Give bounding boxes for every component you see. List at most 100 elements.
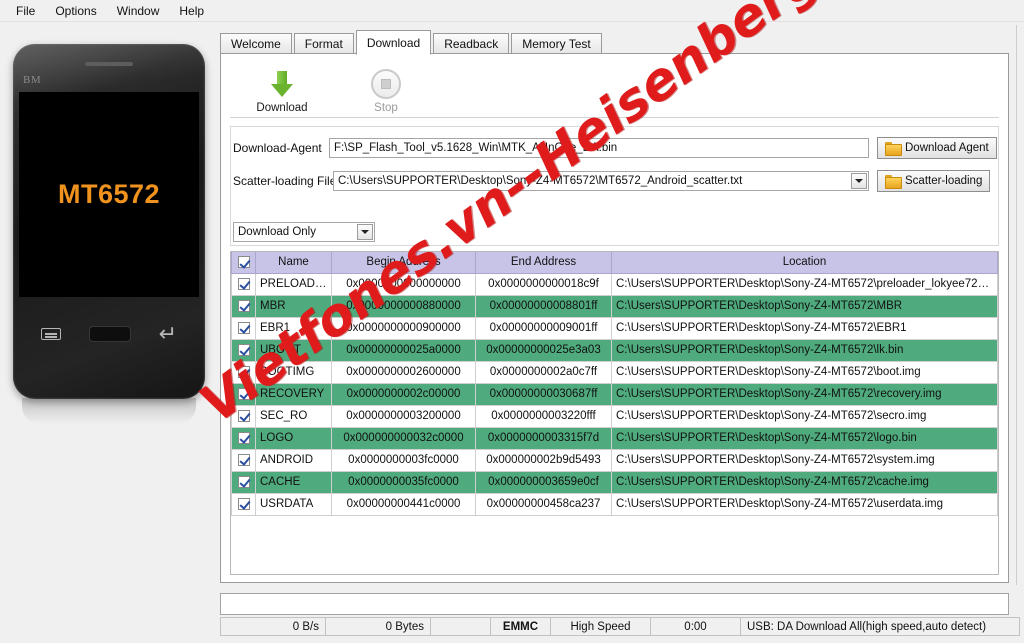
phone-brand-mark: BM [23, 74, 42, 86]
table-row[interactable]: MBR 0x0000000000880000 0x00000000008801ff C… [231, 294, 998, 318]
table-row[interactable]: LOGO 0x000000000032c0000 0x0000000003315f7… [231, 426, 998, 450]
tab-download[interactable]: Download [355, 30, 432, 55]
folder-icon [885, 142, 902, 156]
device-preview-panel: BM MT6572 ↵ [0, 22, 214, 643]
panel-divider [1016, 25, 1017, 585]
download-tab-panel: Download Stop Download-Agent F:\SP_Flash… [220, 53, 1009, 583]
status-bar: 0 B/s 0 Bytes EMMC High Speed 0:00 USB: … [220, 617, 1020, 636]
cell-location: C:\Users\SUPPORTER\Desktop\Sony-Z4-MT657… [611, 338, 998, 362]
table-row[interactable]: USRDATA 0x00000000441c0000 0x00000000458ca… [231, 492, 998, 516]
cell-name: RECOVERY [255, 382, 332, 406]
cell-location: C:\Users\SUPPORTER\Desktop\Sony-Z4-MT657… [611, 492, 998, 516]
cell-end-address: 0x0000000002a0c7ff [475, 360, 612, 384]
row-checkbox-cell[interactable] [231, 492, 256, 516]
chevron-down-icon[interactable] [357, 224, 373, 240]
menu-bar: File Options Window Help [0, 0, 1024, 22]
status-storage: EMMC [490, 617, 550, 636]
menu-item-file[interactable]: File [6, 2, 45, 20]
scatter-loading-row: Scatter-loading File C:\Users\SUPPORTER\… [233, 170, 991, 192]
arrow-down-icon [267, 69, 297, 99]
tab-readback[interactable]: Readback [433, 33, 510, 54]
table-row[interactable]: SEC_RO 0x0000000003200000 0x0000000003220f… [231, 404, 998, 428]
cell-begin-address: 0x0000000003fc0000 [331, 448, 476, 472]
partition-table[interactable]: Name Begin Address End Address Location … [230, 251, 999, 575]
cell-location: C:\Users\SUPPORTER\Desktop\Sony-Z4-MT657… [611, 404, 998, 428]
column-header-name[interactable]: Name [255, 252, 332, 274]
chevron-down-icon[interactable] [851, 173, 867, 189]
select-all-checkbox[interactable] [237, 256, 250, 269]
table-row[interactable]: BOOTIMG 0x0000000002600000 0x0000000002a0c… [231, 360, 998, 384]
cell-begin-address: 0x00000000025a0000 [331, 338, 476, 362]
progress-bar [220, 593, 1009, 615]
row-checkbox[interactable] [237, 475, 250, 488]
column-header-location[interactable]: Location [611, 252, 998, 274]
row-checkbox-cell[interactable] [231, 272, 256, 296]
status-connection: USB: DA Download All(high speed,auto det… [740, 617, 1020, 636]
row-checkbox-cell[interactable] [231, 448, 256, 472]
menu-item-options[interactable]: Options [45, 2, 106, 20]
table-row[interactable]: UBOOT 0x00000000025a0000 0x00000000025e3a0… [231, 338, 998, 362]
row-checkbox-cell[interactable] [231, 316, 256, 340]
row-checkbox[interactable] [237, 299, 250, 312]
status-elapsed-time: 0:00 [650, 617, 740, 636]
column-header-end-address[interactable]: End Address [475, 252, 612, 274]
row-checkbox[interactable] [237, 321, 250, 334]
row-checkbox[interactable] [237, 431, 250, 444]
cell-begin-address: 0x0000000000900000 [331, 316, 476, 340]
cell-end-address: 0x0000000003220fff [475, 404, 612, 428]
phone-illustration: BM MT6572 ↵ [13, 44, 205, 399]
cell-end-address: 0x00000000458ca237 [475, 492, 612, 516]
row-checkbox-cell[interactable] [231, 470, 256, 494]
tab-format[interactable]: Format [293, 33, 354, 54]
row-checkbox-cell[interactable] [231, 294, 256, 318]
main-panel: Welcome Format Download Readback Memory … [214, 22, 1024, 643]
table-row[interactable]: RECOVERY 0x0000000002c00000 0x000000000306… [231, 382, 998, 406]
cell-end-address: 0x0000000000018c9f [475, 272, 612, 296]
phone-navigation-bar: ↵ [13, 299, 205, 399]
status-bytes: 0 Bytes [325, 617, 430, 636]
scatter-loading-browse-button[interactable]: Scatter-loading [877, 170, 991, 192]
download-agent-row: Download-Agent F:\SP_Flash_Tool_v5.1628_… [233, 137, 997, 159]
cell-end-address: 0x00000000030687ff [475, 382, 612, 406]
row-checkbox-cell[interactable] [231, 404, 256, 428]
cell-location: C:\Users\SUPPORTER\Desktop\Sony-Z4-MT657… [611, 294, 998, 318]
tab-memory-test[interactable]: Memory Test [511, 33, 602, 54]
download-agent-input[interactable]: F:\SP_Flash_Tool_v5.1628_Win\MTK_AllInOn… [329, 138, 869, 158]
phone-screen: MT6572 [19, 92, 199, 297]
download-button[interactable]: Download [230, 67, 334, 114]
row-checkbox[interactable] [237, 387, 250, 400]
stop-button[interactable]: Stop [334, 67, 438, 114]
cell-location: C:\Users\SUPPORTER\Desktop\Sony-Z4-MT657… [611, 382, 998, 406]
scatter-loading-combo[interactable]: C:\Users\SUPPORTER\Desktop\Sony-Z4-MT657… [333, 171, 869, 191]
row-checkbox-cell[interactable] [231, 426, 256, 450]
table-row[interactable]: CACHE 0x0000000035fc0000 0x000000003659e0c… [231, 470, 998, 494]
cell-location: C:\Users\SUPPORTER\Desktop\Sony-Z4-MT657… [611, 470, 998, 494]
row-checkbox[interactable] [237, 409, 250, 422]
row-checkbox-cell[interactable] [231, 360, 256, 384]
row-checkbox[interactable] [237, 277, 250, 290]
row-checkbox[interactable] [237, 343, 250, 356]
cell-end-address: 0x00000000025e3a03 [475, 338, 612, 362]
column-header-begin-address[interactable]: Begin Address [331, 252, 476, 274]
cell-name: ANDROID [255, 448, 332, 472]
tab-welcome[interactable]: Welcome [220, 33, 292, 54]
table-row[interactable]: PRELOADER 0x0000000000000000 0x00000000000… [231, 272, 998, 296]
row-checkbox[interactable] [237, 453, 250, 466]
menu-item-help[interactable]: Help [169, 2, 214, 20]
table-row[interactable]: ANDROID 0x0000000003fc0000 0x000000002b9d5… [231, 448, 998, 472]
cell-name: USRDATA [255, 492, 332, 516]
cell-end-address: 0x000000003659e0cf [475, 470, 612, 494]
row-checkbox[interactable] [237, 497, 250, 510]
cell-begin-address: 0x0000000000880000 [331, 294, 476, 318]
download-mode-combo[interactable]: Download Only [233, 222, 375, 242]
row-checkbox[interactable] [237, 365, 250, 378]
cell-begin-address: 0x0000000035fc0000 [331, 470, 476, 494]
download-agent-browse-button[interactable]: Download Agent [877, 137, 997, 159]
row-checkbox-cell[interactable] [231, 338, 256, 362]
menu-item-window[interactable]: Window [107, 2, 170, 20]
select-all-header[interactable] [231, 252, 256, 274]
tab-strip: Welcome Format Download Readback Memory … [220, 30, 604, 55]
row-checkbox-cell[interactable] [231, 382, 256, 406]
table-row[interactable]: EBR1 0x0000000000900000 0x00000000009001ff… [231, 316, 998, 340]
table-header-row: Name Begin Address End Address Location [231, 252, 998, 274]
